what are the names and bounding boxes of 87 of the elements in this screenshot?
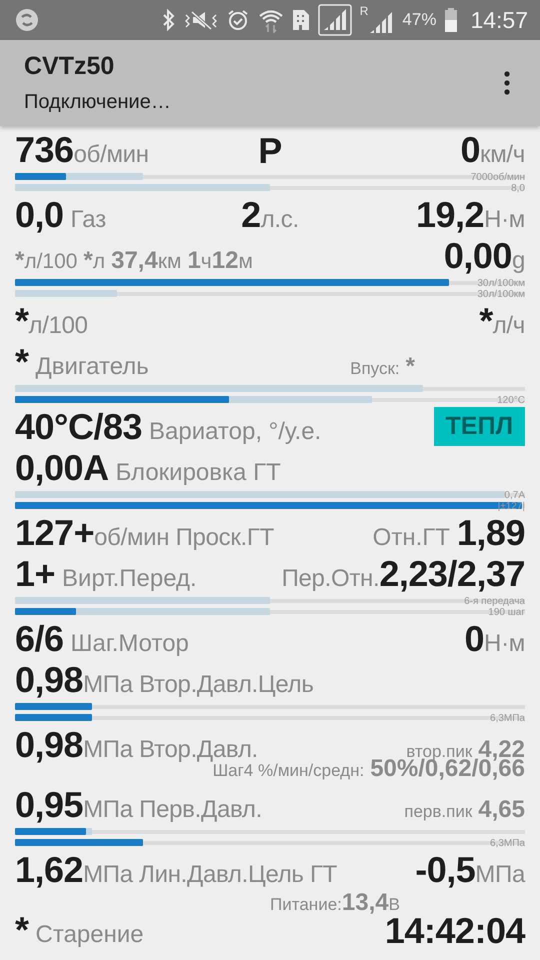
- reading-value: 127+: [15, 515, 94, 551]
- caption-label: перв.пик: [404, 802, 472, 822]
- reading-value: 0,00A: [15, 450, 109, 486]
- unit-label: g: [512, 247, 525, 275]
- scale-label: 30л/100км: [477, 290, 525, 300]
- scale-label: 120°C: [497, 396, 525, 406]
- alarm-icon: [226, 8, 250, 32]
- caption-label: Впуск:: [350, 359, 400, 379]
- battery-percent: 47%: [402, 10, 436, 30]
- reading-value: 0: [460, 132, 480, 168]
- reading-value: 1,89: [456, 515, 525, 551]
- gauge-label: Отн.ГТ: [372, 524, 450, 552]
- unit-label: МПа Лин.Давл.Цель ГТ: [83, 861, 338, 889]
- reading-value: 12: [212, 247, 238, 275]
- reading-value: -0,5: [415, 852, 476, 888]
- reading-value: *: [83, 247, 93, 275]
- scale-label: 6-я передача: [464, 597, 525, 607]
- reading-value: 19,2: [416, 197, 484, 233]
- reading-value: *: [479, 303, 493, 339]
- unit-label: МПа Перв.Давл.: [83, 796, 262, 824]
- caption-label: В: [388, 895, 400, 915]
- unit-label: км: [158, 250, 182, 274]
- caption-label: Шаг4 %/мин/средн:: [212, 761, 364, 781]
- unit-label: л/ч: [492, 312, 525, 340]
- reading-value: *: [15, 247, 24, 275]
- more-options-icon[interactable]: [502, 70, 512, 96]
- caption-label: Питание:: [270, 895, 342, 915]
- reading-value: 4,65: [478, 796, 525, 824]
- clock-time: 14:57: [470, 6, 528, 34]
- unit-label: л: [92, 250, 106, 274]
- reading-value: 0,98: [15, 727, 84, 763]
- app-title: CVTz50: [24, 52, 116, 81]
- connection-status: Подключение…: [24, 91, 172, 114]
- reading-value: 1: [187, 247, 201, 275]
- reading-value: *: [15, 344, 29, 380]
- unit-label: МПа Втор.Давл.: [83, 736, 258, 764]
- unit-label: МПа: [475, 861, 525, 889]
- gauge-label: Двигатель: [36, 353, 149, 381]
- unit-label: л/100: [24, 250, 78, 274]
- unit-label: МПа Втор.Давл.Цель: [83, 671, 314, 699]
- unit-label: Пер.Отн.: [282, 565, 380, 593]
- gauge-label: Вариатор, °/у.е.: [148, 418, 322, 446]
- reading-value: *: [15, 303, 29, 339]
- scale-label: 6,3МПа: [490, 714, 525, 724]
- reading-value: 0,98: [15, 662, 84, 698]
- reading-value: 2,23/2,37: [379, 556, 525, 592]
- sim-card-icon: [292, 9, 310, 31]
- reading-value: *: [406, 353, 415, 381]
- reading-value: *: [15, 912, 29, 948]
- reading-value: 0: [464, 621, 484, 657]
- reading-value: 6/6: [15, 621, 64, 657]
- signal-icon: [318, 4, 352, 36]
- reading-value: 37,4: [111, 247, 158, 275]
- roaming-label: R: [360, 4, 368, 18]
- unit-label: л.с.: [260, 206, 299, 234]
- gauge-label: Шаг.Мотор: [70, 630, 189, 658]
- unit-label: ч: [200, 250, 212, 274]
- unit-label: Н·м: [484, 630, 525, 658]
- scale-label: 190 шаг: [488, 608, 525, 618]
- gauge-label: Газ: [70, 206, 106, 234]
- reading-value: 2: [241, 197, 261, 233]
- reading-value: 736: [15, 132, 74, 168]
- reading-value: 40°C/83: [15, 409, 142, 445]
- gauge-label: Вирт.Перед.: [62, 565, 197, 593]
- scale-label: 30л/100км: [477, 279, 525, 289]
- scale-label: 6,3МПа: [490, 839, 525, 849]
- unit-label: об/мин: [74, 141, 149, 169]
- unit-label: Н·м: [484, 206, 525, 234]
- unit-label: об/мин Проск.ГТ: [94, 524, 274, 552]
- status-badge: ТЕПЛ: [434, 407, 525, 446]
- scale-label: 0,7A: [504, 491, 525, 501]
- reading-value: 1+: [15, 556, 56, 592]
- unit-label: км/ч: [480, 141, 525, 169]
- reading-value: P: [258, 133, 282, 169]
- gauge-label: Блокировка ГТ: [116, 459, 281, 487]
- bluetooth-icon: [162, 9, 176, 31]
- scale-label: 8,0: [511, 184, 525, 194]
- reading-value: 0,00: [444, 238, 512, 274]
- reading-value: 0,95: [15, 787, 84, 823]
- reading-value: 0,0: [15, 197, 64, 233]
- unit-label: м: [238, 250, 253, 274]
- gauge-label: Старение: [36, 921, 144, 949]
- battery-icon: [444, 7, 458, 33]
- scale-label: 7000об/мин: [470, 173, 525, 183]
- mute-vibrate-icon: [184, 9, 218, 31]
- unit-label: л/100: [28, 312, 88, 340]
- reading-value: 1,62: [15, 852, 84, 888]
